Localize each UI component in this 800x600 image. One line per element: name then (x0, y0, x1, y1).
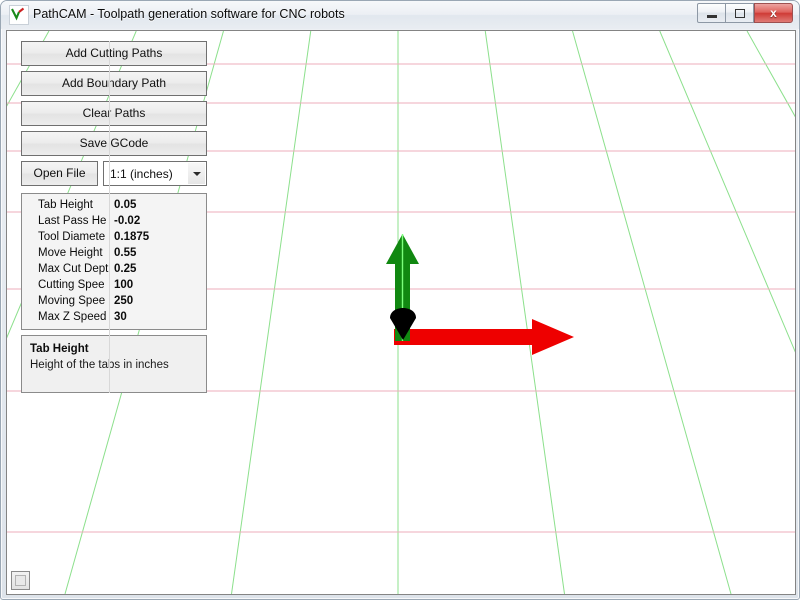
application-window: PathCAM - Toolpath generation software f… (0, 0, 800, 600)
add-boundary-path-button[interactable]: Add Boundary Path (21, 71, 207, 96)
property-value[interactable]: 30 (114, 309, 204, 325)
chevron-down-icon[interactable] (188, 163, 205, 184)
grid-line-depth (484, 31, 565, 594)
property-value[interactable]: 0.1875 (114, 229, 204, 245)
close-icon: x (770, 6, 777, 20)
property-row[interactable]: Last Pass He -0.02 (22, 213, 206, 229)
close-button[interactable]: x (754, 3, 793, 23)
property-value[interactable]: -0.02 (114, 213, 204, 229)
property-label: Max Z Speed (38, 311, 107, 323)
grid-line-depth (231, 31, 312, 594)
property-label: Max Cut Dept (38, 263, 109, 275)
property-value[interactable]: 0.25 (114, 261, 204, 277)
property-row[interactable]: Tool Diamete 0.1875 (22, 229, 206, 245)
property-value[interactable]: 100 (114, 277, 204, 293)
open-file-row: Open File 1:1 (inches) (21, 161, 211, 186)
app-logo-icon (9, 5, 29, 25)
save-gcode-button[interactable]: Save GCode (21, 131, 207, 156)
minimize-icon (698, 4, 725, 22)
resize-grip-button[interactable] (11, 571, 30, 590)
unit-scale-dropdown[interactable]: 1:1 (inches) (103, 161, 207, 186)
title-bar[interactable]: PathCAM - Toolpath generation software f… (1, 1, 799, 29)
add-cutting-paths-button[interactable]: Add Cutting Paths (21, 41, 207, 66)
control-panel: Add Cutting Paths Add Boundary Path Clea… (21, 41, 211, 393)
property-grid[interactable]: Tab Height 0.05 Last Pass He -0.02 Tool Diam… (21, 41, 207, 393)
description-title: Tab Height (30, 343, 89, 355)
property-row[interactable]: Cutting Spee 100 (22, 277, 206, 293)
unit-scale-value: 1:1 (inches) (110, 167, 173, 181)
window-title: PathCAM - Toolpath generation software f… (33, 7, 345, 21)
grid-line-depth (746, 31, 795, 118)
description-text: Height of the tabs in inches (30, 359, 169, 371)
clear-paths-button[interactable]: Clear Paths (21, 101, 207, 126)
property-label: Last Pass He (38, 215, 107, 227)
maximize-icon (726, 4, 753, 22)
grid-line-depth (572, 31, 732, 594)
property-label: Tool Diamete (38, 231, 106, 243)
client-area: Add Cutting Paths Add Boundary Path Clea… (6, 30, 796, 595)
property-value[interactable]: 250 (114, 293, 204, 309)
property-value[interactable]: 0.05 (114, 197, 204, 213)
resize-grip-icon (15, 575, 26, 586)
property-label: Moving Spee (38, 295, 106, 307)
minimize-button[interactable] (697, 3, 726, 23)
grid-line-depth (659, 31, 795, 353)
property-row[interactable]: Max Z Speed 30 (22, 309, 206, 325)
property-description-pane: Tab Height Height of the tabs in inches (21, 335, 207, 393)
property-label: Tab Height (38, 199, 93, 211)
property-row[interactable]: Tab Height 0.05 (22, 197, 206, 213)
open-file-button[interactable]: Open File (21, 161, 98, 186)
property-label: Cutting Spee (38, 279, 105, 291)
maximize-button[interactable] (725, 3, 754, 23)
property-row[interactable]: Max Cut Dept 0.25 (22, 261, 206, 277)
property-value[interactable]: 0.55 (114, 245, 204, 261)
property-row[interactable]: Moving Spee 250 (22, 293, 206, 309)
property-label: Move Height (38, 247, 103, 259)
property-row[interactable]: Move Height 0.55 (22, 245, 206, 261)
